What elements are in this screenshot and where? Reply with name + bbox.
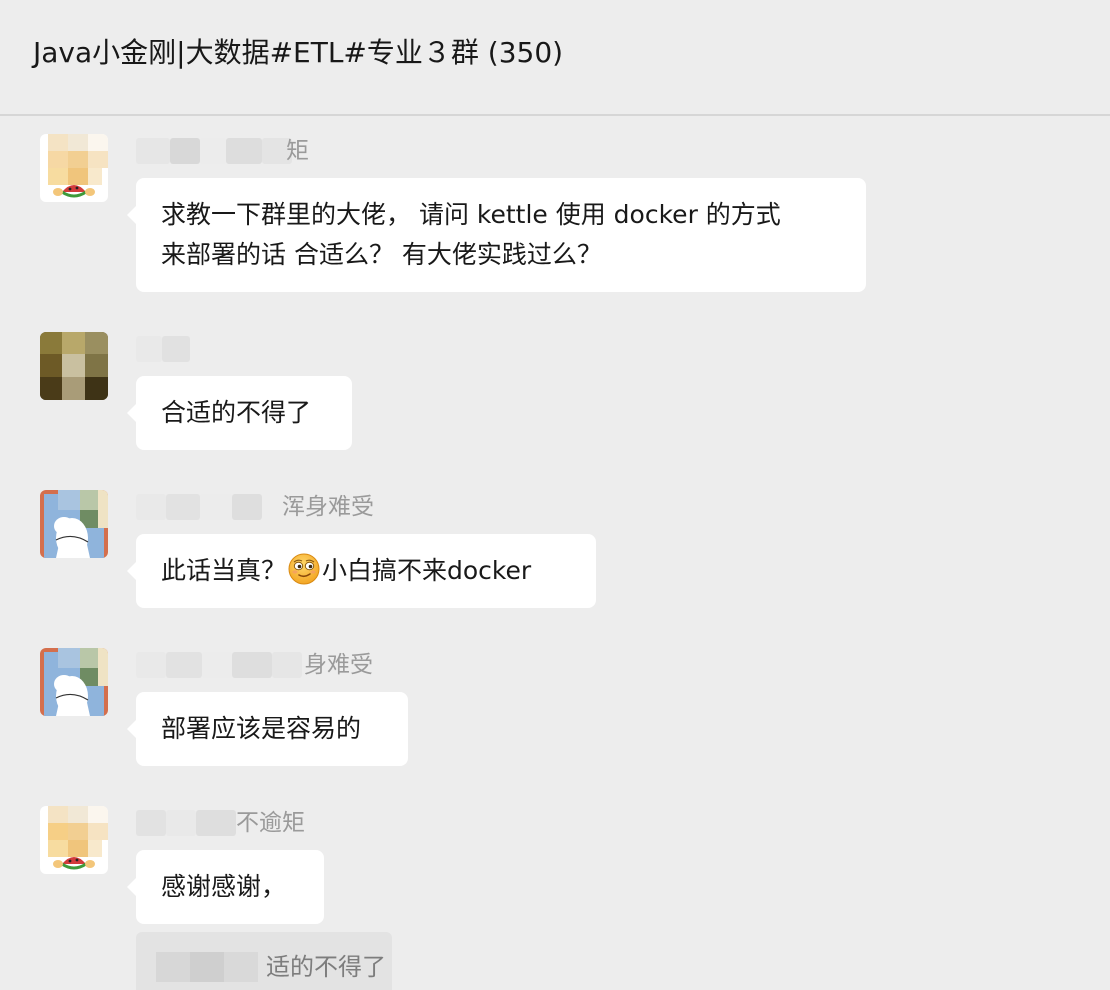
chat-title[interactable]: Java小金刚|大数据#ETL#专业３群 (350) [33, 34, 563, 72]
sender-name [136, 334, 396, 364]
quoted-message[interactable]: 适的不得了 [136, 932, 392, 990]
avatar[interactable] [40, 648, 108, 716]
avatar[interactable] [40, 490, 108, 558]
quoted-text: 适的不得了 [266, 953, 386, 981]
message-text: 求教一下群里的大佬， 请问 kettle 使用 docker 的方式 [161, 200, 781, 229]
cartoon-watermelon-avatar-icon [40, 134, 108, 202]
message-text: 此话当真？ [161, 556, 287, 585]
cartoon-sheep-avatar-icon [40, 490, 108, 558]
sender-name: 身难受 [136, 650, 396, 680]
sender-name: 浑身难受 [136, 492, 396, 522]
avatar[interactable] [40, 134, 108, 202]
message-bubble[interactable]: 感谢感谢， [127, 850, 324, 924]
avatar[interactable] [40, 806, 108, 874]
avatar[interactable] [40, 332, 108, 400]
message-bubble[interactable]: 合适的不得了 [127, 376, 352, 450]
message-text: 部署应该是容易的 [161, 714, 362, 743]
sender-name: 矩 [136, 136, 396, 166]
cartoon-watermelon-avatar-icon [40, 806, 108, 874]
message-bubble[interactable]: 求教一下群里的大佬， 请问 kettle 使用 docker 的方式 来部署的话… [127, 178, 866, 292]
message-text: 小白搞不来docker [322, 556, 532, 585]
message-text: 合适的不得了 [161, 398, 312, 427]
photo-avatar-icon [40, 332, 108, 400]
message-text: 来部署的话 合适么？ 有大佬实践过么？ [161, 240, 602, 269]
message-bubble[interactable]: 此话当真？ 小白搞不来docker [127, 534, 596, 608]
smirking-face-emoji-icon [288, 553, 320, 585]
cartoon-sheep-avatar-icon [40, 648, 108, 716]
message-text: 感谢感谢， [161, 872, 287, 901]
sender-name: 不逾矩 [136, 808, 396, 838]
message-bubble[interactable]: 部署应该是容易的 [127, 692, 408, 766]
chat-header: Java小金刚|大数据#ETL#专业３群 (350) [0, 0, 1110, 116]
message-list[interactable]: 矩 求教一下群里的大佬， 请问 kettle 使用 docker 的方式 来部署… [0, 118, 1110, 990]
